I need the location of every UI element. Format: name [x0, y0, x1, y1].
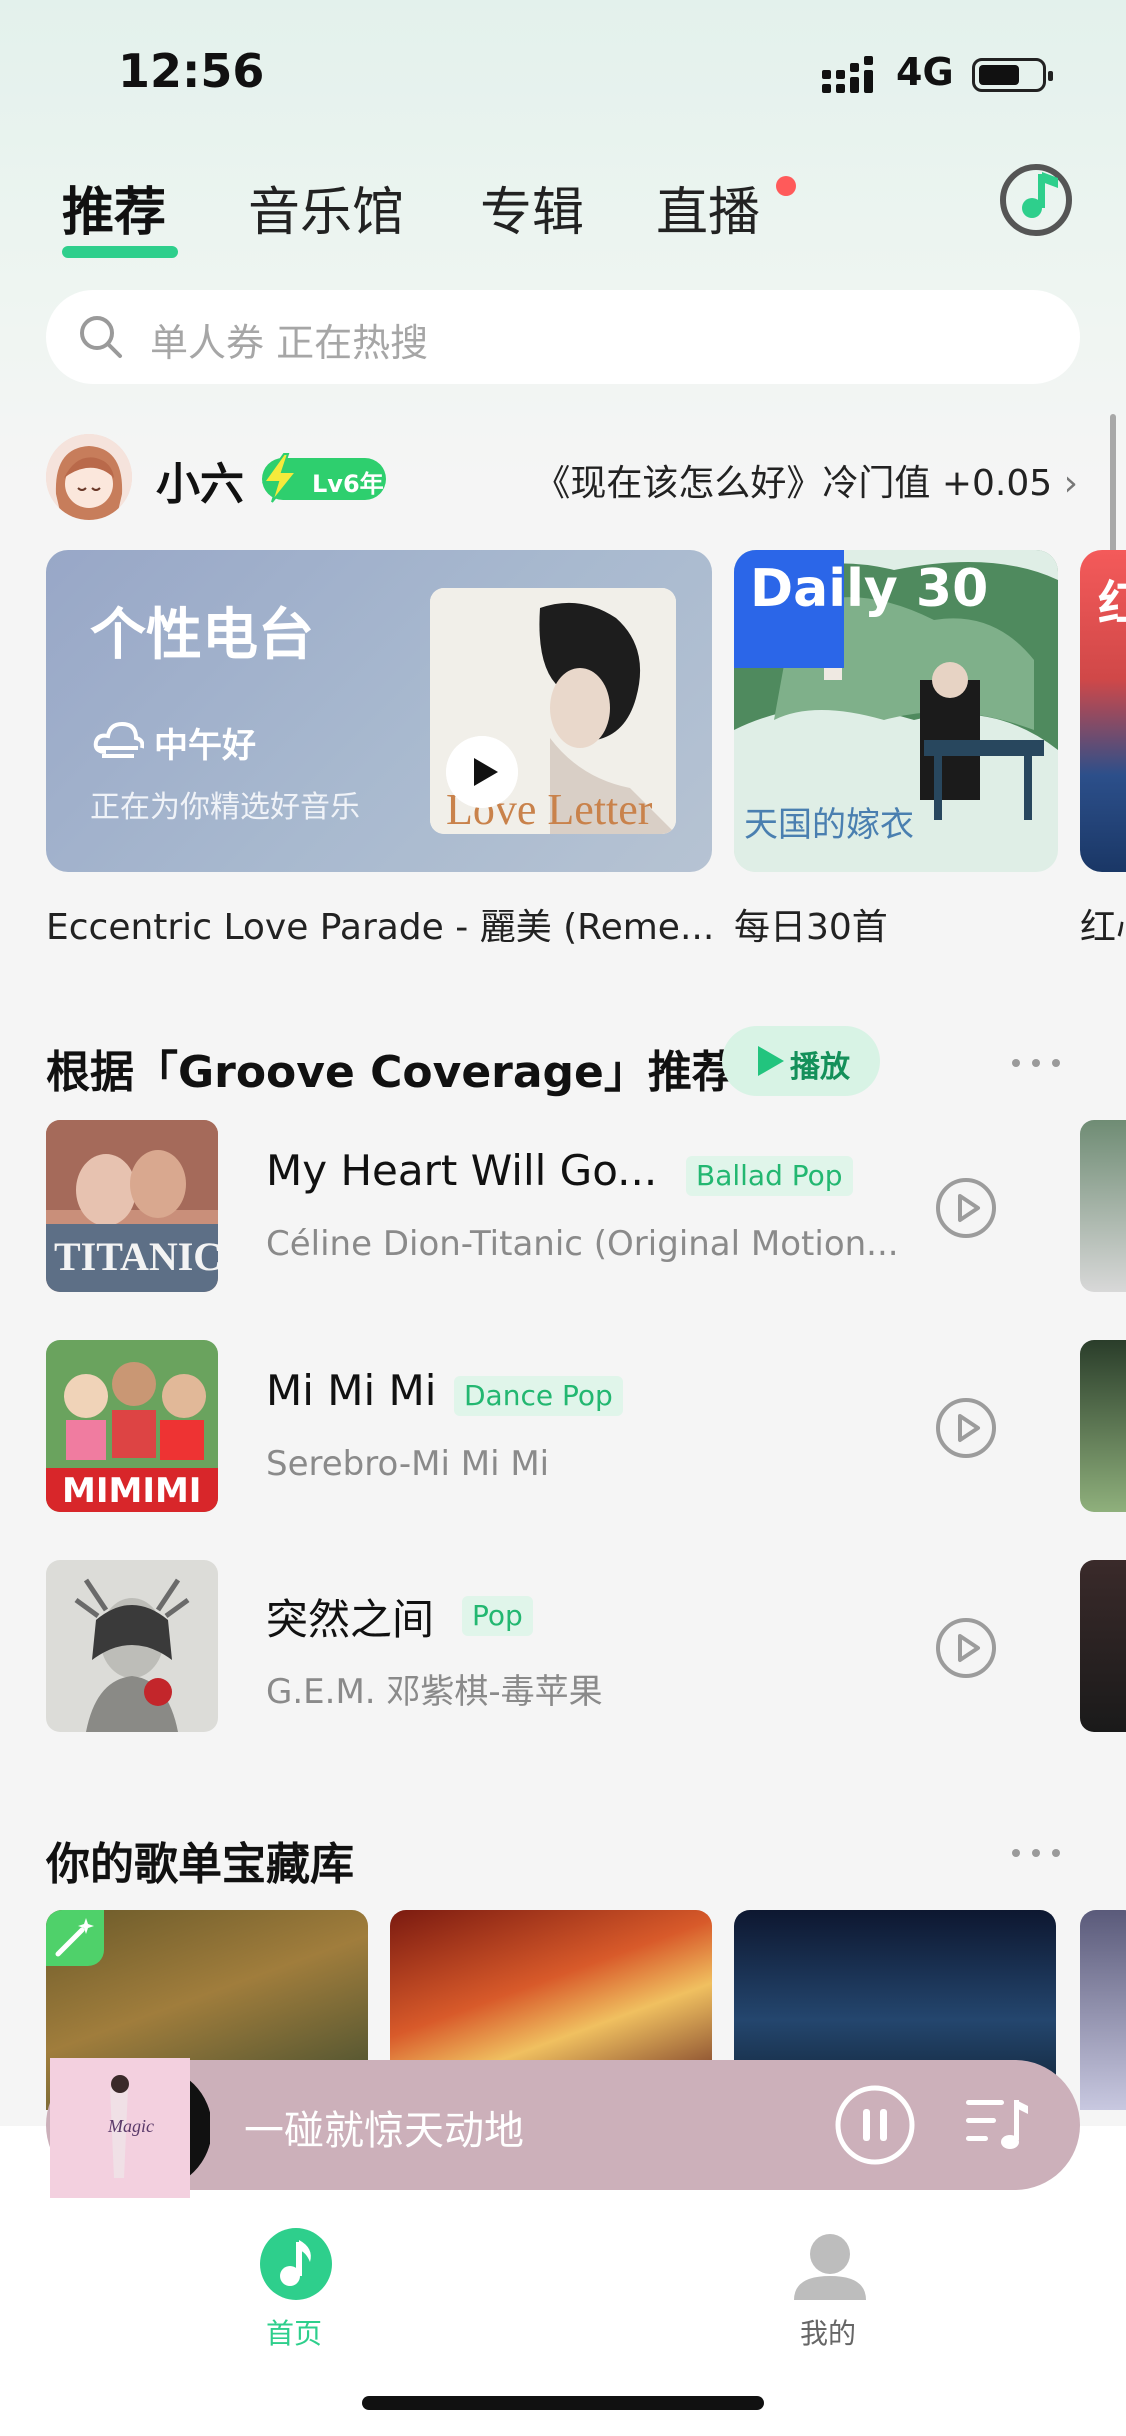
nav-mine-label[interactable]: 我的 — [800, 2312, 856, 2352]
more-icon[interactable] — [1012, 1056, 1062, 1070]
song-title: Mi Mi Mi — [266, 1366, 437, 1415]
coldness-text[interactable]: 《现在该怎么好》冷门值 +0.05 › — [534, 454, 1078, 506]
playlist-card[interactable] — [1080, 1910, 1126, 2110]
playlist-section-title: 你的歌单宝藏库 — [46, 1839, 354, 1890]
battery-icon — [972, 58, 1053, 92]
song-cover-peek — [1080, 1120, 1126, 1292]
play-all-button[interactable]: 播放 — [722, 1026, 880, 1096]
song-cover — [46, 1560, 218, 1732]
radio-greeting: 中午好 — [154, 726, 256, 766]
play-all-label: 播放 — [790, 1050, 850, 1085]
mimimi-cover-art: MIMIMI — [46, 1340, 218, 1512]
playlist-queue-icon[interactable] — [964, 2094, 1030, 2156]
tab-music-hall[interactable]: 音乐馆 — [248, 170, 404, 245]
search-bar[interactable]: 单人券 正在热搜 — [46, 290, 1080, 384]
status-time: 12:56 — [118, 44, 265, 98]
weather-icon — [93, 721, 144, 758]
status-bar: 12:56 4G — [0, 0, 1126, 140]
radio-title: 个性电台 — [90, 603, 314, 668]
song-artist: Serebro-Mi Mi Mi — [266, 1444, 550, 1484]
radio-subtitle: 正在为你精选好音乐 — [90, 790, 360, 825]
song-cover: TITANIC — [46, 1120, 218, 1292]
song-artist: Céline Dion-Titanic (Original Motion... — [266, 1224, 899, 1264]
music-recognition-icon[interactable] — [998, 160, 1074, 236]
more-icon[interactable] — [1012, 1846, 1062, 1860]
search-placeholder: 单人券 正在热搜 — [150, 321, 429, 365]
song-row[interactable]: TITANIC My Heart Will Go... Ballad Pop C… — [46, 1120, 1126, 1292]
svg-text:TITANIC: TITANIC — [54, 1234, 218, 1279]
top-tabs: 推荐 音乐馆 专辑 直播 — [62, 170, 822, 260]
genre-tag: Ballad Pop — [686, 1156, 853, 1196]
daily30-card[interactable]: 天国的嫁衣 Daily 30 — [734, 550, 1058, 872]
now-playing-title: 一碰就惊天动地 — [244, 2108, 524, 2154]
song-title: My Heart Will Go... — [266, 1146, 658, 1195]
song-cover: MIMIMI — [46, 1340, 218, 1512]
personal-radio-card[interactable]: 个性电台 中午好 正在为你精选好音乐 Love Letter — [46, 550, 712, 872]
coldness-label: 《现在该怎么好》冷门值 +0.05 — [534, 463, 1053, 504]
live-notification-dot — [776, 176, 796, 196]
recommend-section-title: 根据「Groove Coverage」推荐 — [46, 1047, 736, 1098]
liked-card-logo: 红 — [1098, 576, 1126, 632]
avatar-illustration — [46, 434, 132, 520]
pause-icon[interactable] — [834, 2084, 916, 2166]
level-badge-text: Lv6年 — [312, 470, 384, 498]
genre-tag: Pop — [462, 1596, 533, 1636]
song-title: 突然之间 — [266, 1595, 435, 1644]
play-icon[interactable] — [446, 736, 518, 808]
chevron-right-icon: › — [1052, 463, 1078, 504]
play-circle-icon[interactable] — [934, 1616, 998, 1680]
song-row[interactable]: MIMIMI Mi Mi Mi Dance Pop Serebro-Mi Mi … — [46, 1340, 1126, 1512]
lightning-icon — [262, 453, 299, 503]
tab-recommend[interactable]: 推荐 — [62, 170, 166, 245]
magic-wand-icon — [46, 1910, 104, 1966]
search-icon — [80, 316, 122, 358]
username[interactable]: 小六 — [156, 448, 244, 512]
song-artist: G.E.M. 邓紫棋-毒苹果 — [266, 1672, 603, 1712]
nav-home-label[interactable]: 首页 — [266, 2312, 322, 2352]
daily-caption[interactable]: 每日30首 — [734, 898, 888, 950]
tab-albums[interactable]: 专辑 — [480, 170, 584, 245]
song-cover-peek — [1080, 1560, 1126, 1732]
avatar[interactable] — [46, 434, 132, 520]
svg-text:天国的嫁衣: 天国的嫁衣 — [744, 805, 914, 845]
titanic-cover-art: TITANIC — [46, 1120, 218, 1292]
tab-active-indicator — [62, 246, 178, 258]
signal-icon — [822, 56, 873, 93]
poison-apple-cover-art — [46, 1560, 218, 1732]
home-indicator — [362, 2396, 764, 2410]
genre-tag: Dance Pop — [454, 1376, 623, 1416]
radio-caption[interactable]: Eccentric Love Parade - 麗美 (Reme... — [46, 898, 714, 950]
daily-logo: Daily 30 — [750, 559, 989, 619]
play-circle-icon[interactable] — [934, 1396, 998, 1460]
network-type: 4G — [896, 50, 954, 94]
level-badge[interactable]: Lv6年 — [262, 453, 386, 503]
song-row[interactable]: 突然之间 Pop G.E.M. 邓紫棋-毒苹果 — [46, 1560, 1126, 1732]
svg-text:Magic: Magic — [107, 2116, 154, 2136]
song-cover-peek — [1080, 1340, 1126, 1512]
svg-text:MIMIMI: MIMIMI — [62, 1471, 201, 1511]
liked-caption[interactable]: 红心 — [1080, 898, 1126, 950]
now-playing-cover[interactable]: Magic — [50, 2058, 210, 2198]
liked-songs-card[interactable]: 红 — [1080, 550, 1126, 872]
tab-live[interactable]: 直播 — [656, 170, 760, 245]
play-circle-icon[interactable] — [934, 1176, 998, 1240]
play-icon — [758, 1046, 784, 1076]
